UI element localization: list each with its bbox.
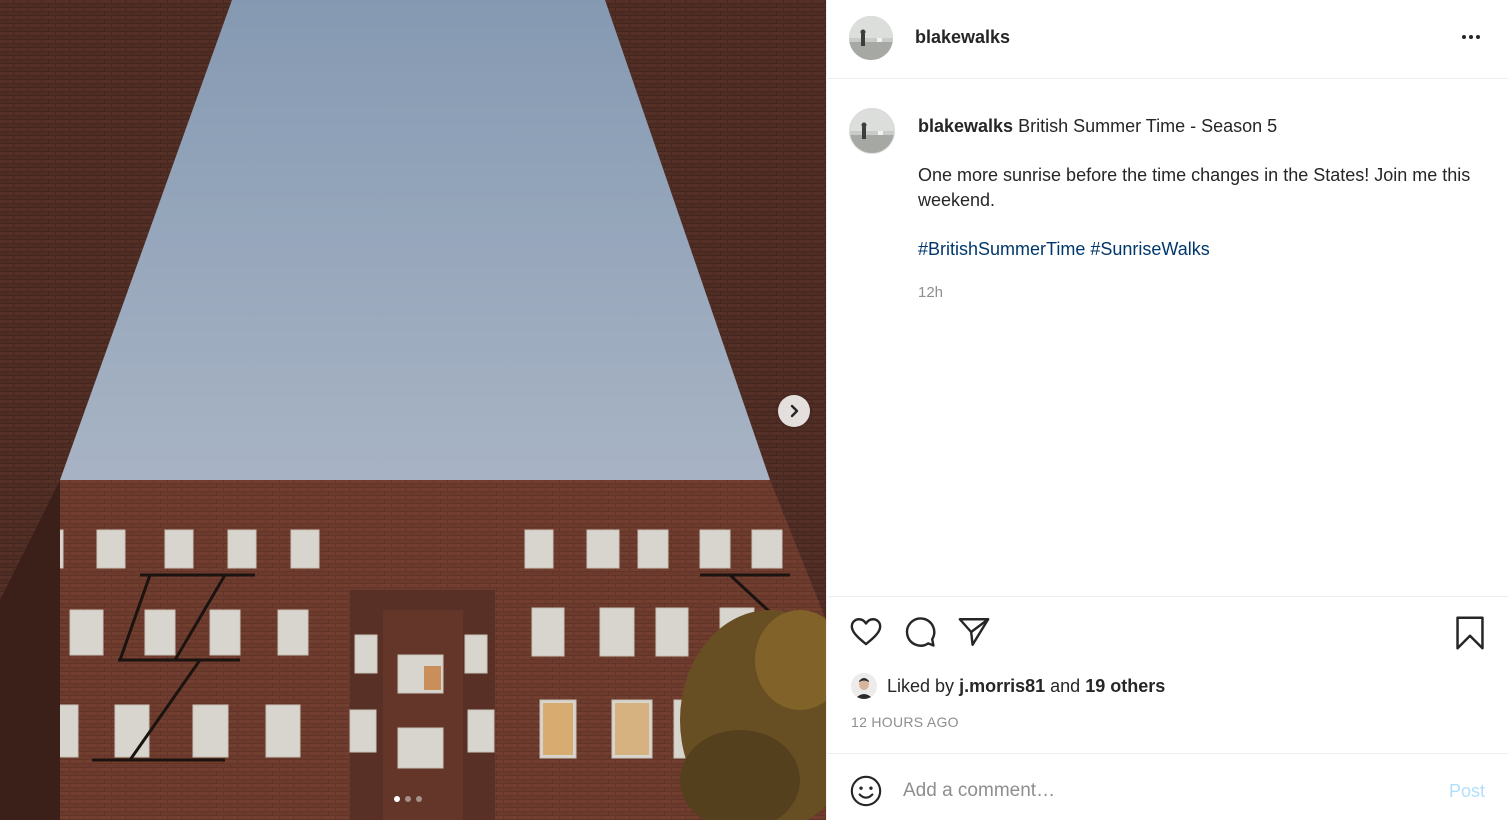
avatar[interactable] xyxy=(849,16,893,60)
post-photo[interactable] xyxy=(0,0,826,820)
post-actions: Liked by j.morris81 and 19 others 12 HOU… xyxy=(827,596,1508,753)
ellipsis-icon xyxy=(1462,35,1466,39)
post-comment-button[interactable]: Post xyxy=(1449,781,1485,802)
caption-time[interactable]: 12h xyxy=(918,280,1478,305)
smiley-icon xyxy=(850,775,882,807)
caption-body: One more sunrise before the time changes… xyxy=(918,165,1471,210)
more-options-button[interactable] xyxy=(1457,25,1485,49)
likes-summary: Liked by j.morris81 and 19 others xyxy=(851,673,1165,699)
carousel-indicator xyxy=(394,796,422,802)
caption-username[interactable]: blakewalks xyxy=(918,116,1013,136)
carousel-dot-2 xyxy=(405,796,411,802)
caption-section: blakewalks British Summer Time - Season … xyxy=(827,80,1508,596)
chevron-right-icon xyxy=(790,404,799,418)
comment-input[interactable] xyxy=(903,776,1423,806)
carousel-dot-1 xyxy=(394,796,400,802)
instagram-post-view: blakewalks blakewalks British Summer Tim… xyxy=(0,0,1508,820)
profile-photo xyxy=(849,16,893,60)
comment-button[interactable] xyxy=(903,615,937,654)
caption-title: British Summer Time - Season 5 xyxy=(1018,116,1278,136)
liked-by-user[interactable]: j.morris81 xyxy=(959,676,1045,697)
comment-bar: Post xyxy=(827,753,1508,820)
liker-photo xyxy=(851,673,877,699)
ellipsis-dot xyxy=(1469,35,1473,39)
photo-scene xyxy=(0,0,826,820)
caption-hashtags: #BritishSummerTime #SunriseWalks xyxy=(918,237,1478,262)
emoji-button[interactable] xyxy=(849,774,883,813)
post-header: blakewalks xyxy=(827,0,1508,79)
paper-plane-icon xyxy=(958,618,990,646)
carousel-next-button[interactable] xyxy=(778,395,810,427)
heart-icon xyxy=(850,618,882,646)
carousel-dot-3 xyxy=(416,796,422,802)
bookmark-icon xyxy=(1456,616,1484,650)
header-username[interactable]: blakewalks xyxy=(915,27,1010,48)
ellipsis-dot xyxy=(1476,35,1480,39)
liked-by-others[interactable]: 19 others xyxy=(1085,676,1165,697)
liked-by-and: and xyxy=(1050,675,1081,696)
comment-icon xyxy=(905,617,936,647)
like-button[interactable] xyxy=(849,615,883,654)
save-button[interactable] xyxy=(1453,615,1487,656)
share-button[interactable] xyxy=(957,615,991,654)
hashtag-link[interactable]: #SunriseWalks xyxy=(1090,239,1209,259)
post-sidebar: blakewalks blakewalks British Summer Tim… xyxy=(826,0,1508,820)
profile-photo xyxy=(850,109,894,153)
liker-avatar[interactable] xyxy=(851,673,877,699)
liked-by-prefix: Liked by xyxy=(887,675,955,696)
post-timestamp[interactable]: 12 HOURS AGO xyxy=(851,714,959,730)
caption-text: blakewalks British Summer Time - Season … xyxy=(918,114,1478,305)
caption-avatar[interactable] xyxy=(849,108,895,154)
caption-title-line: blakewalks British Summer Time - Season … xyxy=(918,114,1478,139)
hashtag-link[interactable]: #BritishSummerTime xyxy=(918,239,1085,259)
